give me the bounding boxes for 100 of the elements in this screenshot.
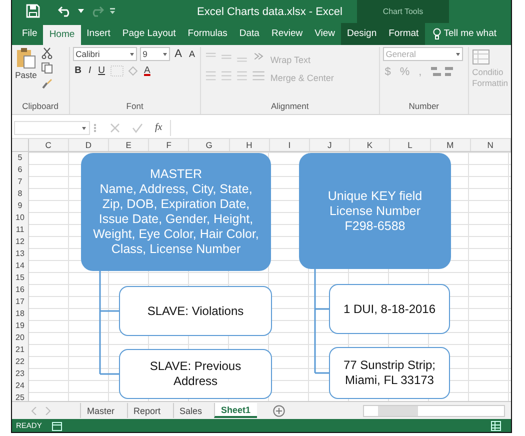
sheet-tab[interactable]: Sales — [172, 403, 208, 418]
ribbon-tab[interactable]: Data — [233, 22, 266, 45]
ribbon-tab[interactable]: Insert — [80, 22, 116, 45]
column-header[interactable]: D — [68, 139, 110, 152]
row-header[interactable]: 7 — [12, 176, 28, 188]
box-text: SLAVE: Violations — [147, 304, 244, 319]
add-sheet-icon[interactable] — [272, 404, 285, 417]
box-text: Unique KEY field — [328, 188, 422, 204]
cancel-icon[interactable] — [110, 122, 120, 133]
group-label: Clipboard — [21, 100, 60, 113]
box-text: F298-6588 — [344, 218, 406, 234]
underline-button[interactable]: U — [96, 65, 108, 76]
box-text: SLAVE: Previous — [150, 359, 242, 374]
undo-icon[interactable] — [58, 5, 72, 18]
row-header[interactable]: 8 — [12, 188, 28, 200]
font-name-field[interactable]: Calibri — [72, 46, 137, 61]
normal-view-icon[interactable] — [491, 420, 501, 431]
horizontal-scrollbar[interactable] — [363, 404, 505, 417]
row-header[interactable]: 14 — [12, 260, 28, 272]
box-text: Miami, FL 33173 — [345, 373, 434, 388]
row-header[interactable]: 20 — [12, 332, 28, 344]
column-header[interactable]: F — [149, 139, 190, 152]
box-text: 1 DUI, 8-18-2016 — [343, 302, 436, 317]
column-header[interactable]: L — [390, 139, 431, 152]
redo-icon[interactable] — [90, 5, 104, 18]
ribbon-tab[interactable]: File — [16, 22, 44, 45]
row-header[interactable]: 22 — [12, 356, 28, 368]
window-title: Excel Charts data.xlsx - Excel — [197, 6, 342, 18]
lightbulb-icon — [432, 28, 441, 40]
row-header[interactable]: 25 — [12, 392, 28, 402]
column-header[interactable]: E — [109, 139, 150, 152]
border-icon[interactable] — [110, 64, 124, 77]
row-header[interactable]: 21 — [12, 344, 28, 356]
paste-button[interactable]: Paste — [15, 46, 37, 101]
row-header[interactable]: 11 — [12, 224, 28, 236]
box-text: Address — [173, 374, 218, 390]
clipboard-icon — [15, 46, 37, 69]
ribbon-tab[interactable]: View — [308, 22, 342, 45]
box-text: MASTER — [150, 167, 202, 182]
column-header[interactable]: C — [28, 139, 69, 152]
ribbon-tab[interactable]: Design — [341, 22, 383, 45]
sheet-tab[interactable]: Report — [126, 403, 167, 418]
grow-font-button[interactable]: A — [172, 48, 184, 60]
row-header[interactable]: 23 — [12, 368, 28, 380]
row-header[interactable]: 5 — [12, 152, 28, 164]
ribbon-tab[interactable]: Formulas — [182, 22, 234, 45]
box-text: Class, License Number — [111, 242, 241, 258]
column-header[interactable]: N — [470, 139, 511, 152]
group-label: Number — [408, 100, 440, 113]
column-header[interactable]: H — [230, 139, 270, 152]
cut-icon[interactable] — [41, 46, 53, 59]
row-header[interactable]: 16 — [12, 284, 28, 296]
ribbon-tab[interactable]: Page Layout — [116, 22, 182, 45]
conditional-format-icon[interactable] — [472, 48, 490, 65]
group-label: Font — [125, 100, 144, 113]
scroll-right-icon[interactable] — [44, 406, 52, 415]
box-text: Issue Date, Gender, Height, — [98, 212, 254, 228]
ribbon-tab[interactable]: Review — [265, 22, 309, 45]
column-header[interactable]: G — [189, 139, 230, 152]
box-text: License Number — [329, 204, 420, 219]
sheet-tab[interactable]: Sheet1 — [214, 403, 257, 418]
column-header[interactable]: K — [350, 139, 390, 152]
save-icon[interactable] — [26, 4, 40, 18]
ribbon-tab[interactable]: Format — [382, 22, 425, 45]
tell-me-field[interactable]: Tell me what — [424, 22, 497, 45]
insert-function-button[interactable]: fx — [155, 122, 162, 134]
caret-icon[interactable] — [78, 9, 84, 14]
splitter-handle[interactable] — [94, 124, 98, 132]
customize-icon[interactable] — [110, 8, 115, 14]
box-text: 77 Sunstrip Strip; — [343, 358, 436, 374]
macro-record-icon[interactable] — [52, 420, 62, 431]
row-header[interactable]: 10 — [12, 212, 28, 224]
italic-button[interactable]: I — [86, 65, 94, 76]
scroll-left-icon[interactable] — [30, 406, 38, 415]
enter-icon[interactable] — [132, 122, 143, 133]
ribbon-tab[interactable]: Home — [43, 24, 81, 45]
context-header: Chart Tools — [357, 0, 449, 23]
bold-button[interactable]: B — [72, 65, 84, 76]
row-header[interactable]: 6 — [12, 164, 28, 176]
shrink-font-button[interactable]: A — [186, 48, 197, 59]
row-header[interactable]: 9 — [12, 200, 28, 212]
row-header[interactable]: 12 — [12, 236, 28, 248]
box-text: Zip, DOB, Expiration Date, — [102, 197, 250, 212]
row-header[interactable]: 17 — [12, 296, 28, 308]
row-header[interactable]: 15 — [12, 272, 28, 284]
column-header[interactable]: J — [310, 139, 350, 152]
group-label: Alignment — [270, 100, 310, 113]
font-color-button[interactable]: A — [142, 65, 152, 76]
row-header[interactable]: 18 — [12, 308, 28, 320]
column-header[interactable]: I — [270, 139, 310, 152]
name-box[interactable] — [14, 120, 90, 135]
sheet-tab[interactable]: Master — [80, 403, 121, 418]
brush-icon[interactable] — [41, 76, 53, 89]
row-header[interactable]: 19 — [12, 320, 28, 332]
column-header[interactable]: M — [430, 139, 471, 152]
row-header[interactable]: 13 — [12, 248, 28, 260]
copy-icon[interactable] — [41, 62, 53, 74]
font-size-field[interactable]: 9 — [140, 46, 170, 61]
box-text: Name, Address, City, State, — [100, 182, 252, 198]
row-header[interactable]: 24 — [12, 380, 28, 392]
